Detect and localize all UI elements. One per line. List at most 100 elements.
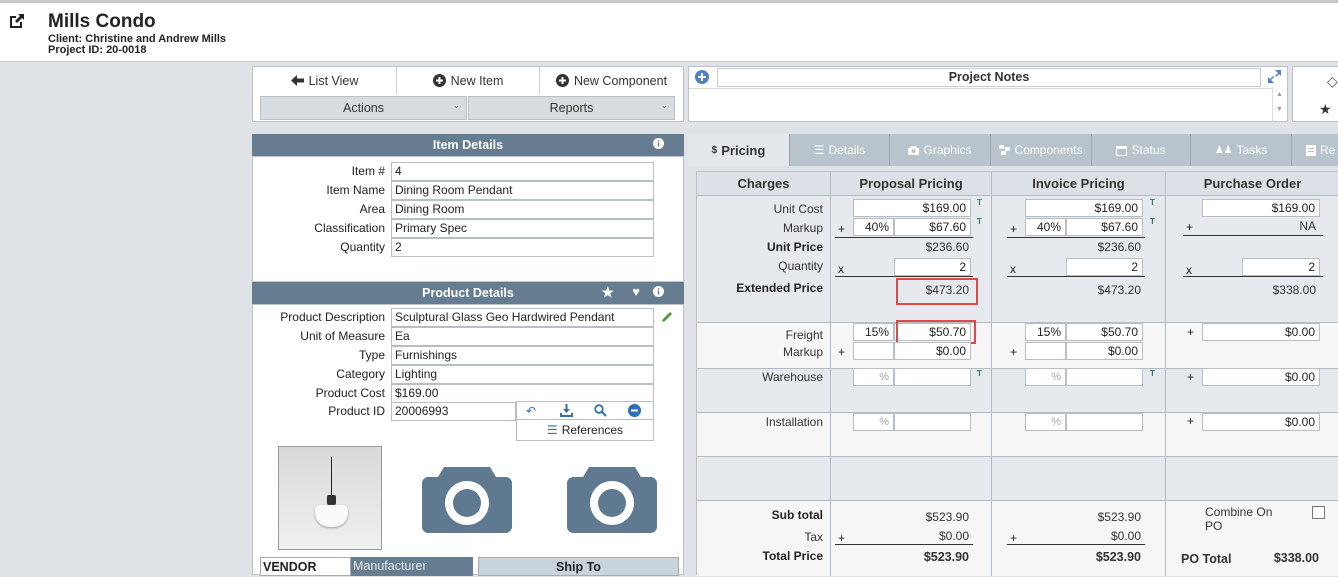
field-value[interactable]: Sculptural Glass Geo Hardwired Pendant [391,308,654,327]
field-value[interactable]: Dining Room Pendant [391,181,654,200]
proposal-installation-pct-field[interactable]: % [853,413,894,431]
combine-on-po-checkbox[interactable] [1312,506,1325,519]
sum-line [835,276,973,277]
po-unit-cost-field[interactable]: $169.00 [1202,199,1320,217]
label-installation: Installation [765,415,823,429]
info-icon[interactable] [653,285,664,300]
list-view-button[interactable]: List View [253,67,397,94]
camera-icon[interactable] [422,463,512,536]
plus-operator: + [1187,325,1195,339]
star-icon[interactable]: ★ [601,284,614,301]
tab-tasks[interactable]: ♟♟ Tasks [1191,134,1292,166]
diamond-icon[interactable]: ◇ [1327,73,1338,90]
proposal-markup-field[interactable]: $67.60 [894,218,971,236]
field-value[interactable]: 4 [391,162,654,181]
undo-arrow-icon[interactable]: ↶ [526,404,536,418]
invoice-freight-markup-pct-field[interactable] [1025,342,1066,360]
tab-ship-to[interactable]: Ship To [478,557,679,576]
tab-graphics[interactable]: Graphics [890,134,991,166]
expand-icon[interactable] [1268,70,1281,86]
add-note-icon[interactable] [695,70,709,87]
project-notes-textarea[interactable] [689,88,1273,121]
proposal-freight-pct-field[interactable]: 15% [853,323,894,341]
tab-re[interactable]: Re [1292,134,1338,166]
field-value[interactable]: Dining Room [391,200,654,219]
proposal-warehouse-field[interactable] [894,368,971,386]
plus-operator: + [1187,370,1195,384]
tab-label: Pricing [721,142,766,158]
references-button[interactable]: ☰ References [517,421,653,439]
tab-details[interactable]: ☰ Details [790,134,890,166]
field-label: Product Cost [315,386,385,400]
notes-scrollbar[interactable]: ▲ ▼ [1272,87,1286,121]
tab-status[interactable]: Status [1092,134,1191,166]
document-icon [1306,144,1316,156]
invoice-unit-cost-field[interactable]: $169.00 [1025,199,1143,217]
invoice-freight-field[interactable]: $50.70 [1066,323,1143,341]
divider [1165,172,1166,576]
times-operator: x [838,262,844,276]
list-view-label: List View [308,73,359,88]
side-panel: ◇ ★ [1292,66,1338,122]
invoice-markup-field[interactable]: $67.60 [1066,218,1143,236]
proposal-installation-field[interactable] [894,413,971,431]
new-item-button[interactable]: New Item [397,67,540,94]
po-warehouse-field[interactable]: $0.00 [1202,368,1320,386]
tab-label: Details [828,143,866,157]
highlight-box [896,278,978,305]
invoice-installation-pct-field[interactable]: % [1025,413,1066,431]
star-icon[interactable]: ★ [1319,101,1332,118]
label-extended-price: Extended Price [736,281,823,295]
col-header-purchase-order: Purchase Order [1166,172,1338,196]
invoice-freight-pct-field[interactable]: 15% [1025,323,1066,341]
po-extended-price: $338.00 [1272,283,1316,297]
heart-icon[interactable]: ♥ [632,284,640,299]
invoice-installation-field[interactable] [1066,413,1143,431]
invoice-warehouse-pct-field[interactable]: % [1025,368,1066,386]
users-icon: ♟♟ [1214,144,1233,156]
tax-flag-icon: T [1150,198,1155,207]
edit-pencil-icon[interactable] [661,310,674,326]
reports-dropdown[interactable]: Reports ⌄ [468,96,675,120]
field-value[interactable]: Furnishings [391,346,654,365]
divider [830,172,831,576]
tab-components[interactable]: Components [991,134,1092,166]
proposal-quantity-field[interactable]: 2 [894,258,971,276]
item-toolbar: List View New Item New Component Actions… [252,66,684,122]
field-value[interactable]: Primary Spec [391,219,654,238]
proposal-freight-markup-field[interactable]: $0.00 [894,342,971,360]
new-component-button[interactable]: New Component [540,67,683,94]
tab-manufacturer[interactable]: Manufacturer [351,557,473,576]
label-freight: Freight [785,328,823,342]
tab-pricing[interactable]: $ Pricing [688,134,790,166]
tab-vendor[interactable]: VENDOR [260,557,351,576]
proposal-warehouse-pct-field[interactable]: % [853,368,894,386]
product-details-panel: Product Description Sculptural Glass Geo … [252,304,684,576]
field-value[interactable]: Ea [391,327,654,346]
proposal-markup-pct-field[interactable]: 40% [853,218,894,236]
proposal-unit-cost-field[interactable]: $169.00 [853,199,971,217]
invoice-total: $523.90 [1095,550,1141,564]
field-value[interactable]: Lighting [391,365,654,384]
invoice-freight-markup-field[interactable]: $0.00 [1066,342,1143,360]
components-icon [999,145,1011,155]
field-value[interactable]: 20006993 [391,402,516,421]
download-icon[interactable] [560,404,573,420]
remove-icon[interactable] [628,404,641,420]
actions-dropdown[interactable]: Actions ⌄ [260,96,467,120]
invoice-quantity-field[interactable]: 2 [1066,258,1143,276]
list-icon: ☰ [546,423,558,437]
info-icon[interactable] [653,137,664,152]
camera-icon[interactable] [567,463,657,536]
label-markup: Markup [782,221,823,235]
product-photo[interactable] [278,446,382,550]
po-freight-field[interactable]: $0.00 [1202,323,1320,341]
external-link-icon[interactable] [8,12,26,33]
po-installation-field[interactable]: $0.00 [1202,413,1320,431]
invoice-markup-pct-field[interactable]: 40% [1025,218,1066,236]
search-icon[interactable] [594,404,607,420]
proposal-freight-markup-pct-field[interactable] [853,342,894,360]
field-value[interactable]: 2 [391,238,654,257]
po-quantity-field[interactable]: 2 [1242,258,1320,276]
invoice-warehouse-field[interactable] [1066,368,1143,386]
